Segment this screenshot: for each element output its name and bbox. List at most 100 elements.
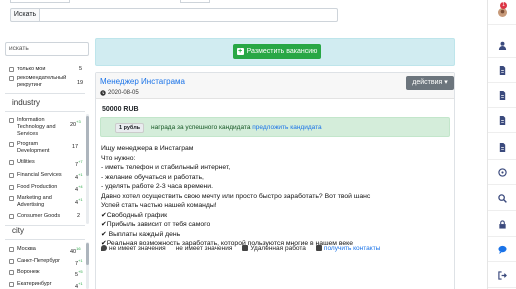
filter-count: 7+7 bbox=[75, 159, 83, 168]
filter-city-voronezh[interactable]: Воронеж bbox=[9, 269, 40, 276]
filter-only-mine[interactable]: только мои bbox=[9, 66, 45, 73]
description-line: Давно хотел осуществить свою мечту или п… bbox=[101, 192, 371, 200]
previous-field-edge bbox=[180, 0, 210, 3]
filter-count: 19 bbox=[77, 80, 84, 86]
filter-industry-consumer-goods[interactable]: Consumer Goods bbox=[9, 213, 60, 220]
filter-industry-marketing[interactable]: Marketing and Advertising bbox=[9, 195, 64, 209]
clock-icon bbox=[100, 90, 106, 96]
logout-icon bbox=[498, 270, 507, 280]
vacancy-title-link[interactable]: Менеджер Инстаграма bbox=[100, 77, 185, 86]
nav-logout[interactable] bbox=[488, 263, 516, 288]
nav-search[interactable] bbox=[488, 186, 516, 211]
description-line: Ищу менеджера в Инстаграм bbox=[101, 145, 194, 152]
filter-industry-financial-services[interactable]: Financial Services bbox=[9, 172, 62, 179]
checkbox[interactable] bbox=[9, 118, 14, 123]
nav-users[interactable] bbox=[488, 33, 516, 58]
checkbox[interactable] bbox=[9, 67, 14, 72]
filter-referral-recruiting[interactable]: рекомендательный рекрутинг bbox=[9, 75, 71, 89]
description-line: - иметь телефон и стабильный интернет, bbox=[101, 164, 231, 171]
checkbox[interactable] bbox=[9, 160, 14, 165]
filter-count: 4+1 bbox=[75, 197, 83, 206]
checkbox[interactable] bbox=[9, 259, 14, 264]
nav-documents-4[interactable] bbox=[488, 135, 516, 160]
search-icon bbox=[498, 193, 507, 203]
filter-count: 5 bbox=[79, 66, 83, 72]
divider bbox=[5, 239, 85, 240]
description-line: - уделять работе 2-3 часа времени. bbox=[101, 183, 213, 190]
briefcase-icon bbox=[242, 245, 249, 251]
filter-city-moscow[interactable]: Москва bbox=[9, 246, 36, 253]
book-icon bbox=[315, 245, 322, 251]
right-nav-rail: 1 bbox=[487, 0, 516, 289]
document-icon bbox=[499, 65, 506, 75]
actions-dropdown-button[interactable]: действия ▾ bbox=[406, 76, 454, 90]
lock-icon bbox=[499, 219, 506, 229]
description-line: ✔Свободный график bbox=[101, 211, 168, 219]
filter-count: 4+4 bbox=[75, 184, 83, 193]
checkbox[interactable] bbox=[9, 76, 14, 81]
profile-avatar[interactable]: 1 bbox=[488, 0, 516, 25]
post-vacancy-button[interactable]: + Разместить вакансию bbox=[233, 44, 321, 59]
nav-documents-2[interactable] bbox=[488, 83, 516, 108]
filter-count: 4016 bbox=[70, 246, 81, 255]
vacancy-description: Ищу менеджера в Инстаграм Что нужно: - и… bbox=[101, 144, 451, 249]
filter-count: 7+1 bbox=[75, 258, 83, 267]
filter-industry-program-development[interactable]: Program Development bbox=[9, 141, 59, 155]
filter-city-spb[interactable]: Санкт-Петербург bbox=[9, 258, 60, 265]
vacancy-date: 2020-08-05 bbox=[100, 90, 139, 96]
filter-count: 2 bbox=[77, 213, 81, 219]
filter-industry-it[interactable]: Information Technology and Services bbox=[9, 117, 71, 138]
checkbox[interactable] bbox=[9, 173, 14, 178]
filter-industry-food-production[interactable]: Food Production bbox=[9, 184, 57, 191]
city-scrollbar-thumb[interactable] bbox=[86, 243, 89, 265]
nav-chat[interactable] bbox=[488, 237, 516, 262]
document-icon bbox=[499, 115, 506, 125]
vacancy-footer: не имеет значения не имеет значения Удал… bbox=[101, 245, 451, 252]
checkbox[interactable] bbox=[9, 185, 14, 190]
filter-count: 5+5 bbox=[75, 269, 83, 278]
filter-industry-utilities[interactable]: Utilities bbox=[9, 159, 35, 166]
experience-info: не имеет значения bbox=[175, 245, 233, 252]
filter-count: 17 bbox=[72, 144, 79, 150]
suggest-candidate-link[interactable]: предложить кандидата bbox=[252, 124, 321, 131]
checkbox[interactable] bbox=[9, 214, 14, 219]
filter-count: 20+3 bbox=[70, 119, 81, 128]
city-heading: city bbox=[12, 226, 24, 235]
checkbox[interactable] bbox=[9, 196, 14, 201]
filter-city-ekaterinburg[interactable]: Екатеринбург bbox=[9, 281, 52, 288]
search-button[interactable]: Искать bbox=[10, 8, 40, 22]
filters-sidebar: искать только мои 5 рекомендательный рек… bbox=[0, 30, 90, 289]
description-line: Успей стать частью нашей команды! bbox=[101, 202, 217, 209]
user-icon bbox=[498, 41, 507, 50]
location-info: не имеет значения bbox=[101, 245, 166, 252]
plus-icon: + bbox=[236, 48, 244, 55]
checkbox[interactable] bbox=[9, 142, 14, 147]
industry-scrollbar-thumb[interactable] bbox=[86, 116, 89, 176]
chat-icon bbox=[498, 245, 507, 254]
description-line: Что нужно: bbox=[101, 154, 136, 162]
app-root: Искать искать только мои 5 рекомендатель… bbox=[0, 0, 516, 289]
caret-down-icon: ▾ bbox=[444, 79, 448, 86]
nav-explore[interactable] bbox=[488, 160, 516, 185]
filter-count: 4+1 bbox=[75, 281, 83, 289]
description-line: ✔ Выплаты каждый день bbox=[101, 230, 181, 238]
industry-heading: industry bbox=[12, 98, 41, 107]
search-input[interactable] bbox=[39, 8, 338, 22]
nav-security[interactable] bbox=[488, 212, 516, 237]
post-vacancy-panel: + Разместить вакансию bbox=[95, 38, 455, 66]
nav-documents-1[interactable] bbox=[488, 58, 516, 83]
search-bar: Искать bbox=[0, 0, 476, 30]
checkbox[interactable] bbox=[9, 270, 14, 275]
map-marker-icon bbox=[101, 245, 107, 251]
remote-info: Удаленная работа bbox=[242, 245, 306, 252]
divider bbox=[5, 111, 85, 112]
document-icon bbox=[499, 90, 506, 100]
get-contacts-link[interactable]: получить контакты bbox=[324, 245, 380, 252]
divider bbox=[5, 93, 85, 94]
filter-search-input[interactable]: искать bbox=[5, 42, 89, 56]
nav-documents-3[interactable] bbox=[488, 108, 516, 133]
notification-badge: 1 bbox=[500, 2, 507, 9]
description-line: ✔Прибыль зависит от тебя самого bbox=[101, 221, 211, 228]
checkbox[interactable] bbox=[9, 282, 14, 287]
checkbox[interactable] bbox=[9, 247, 14, 252]
